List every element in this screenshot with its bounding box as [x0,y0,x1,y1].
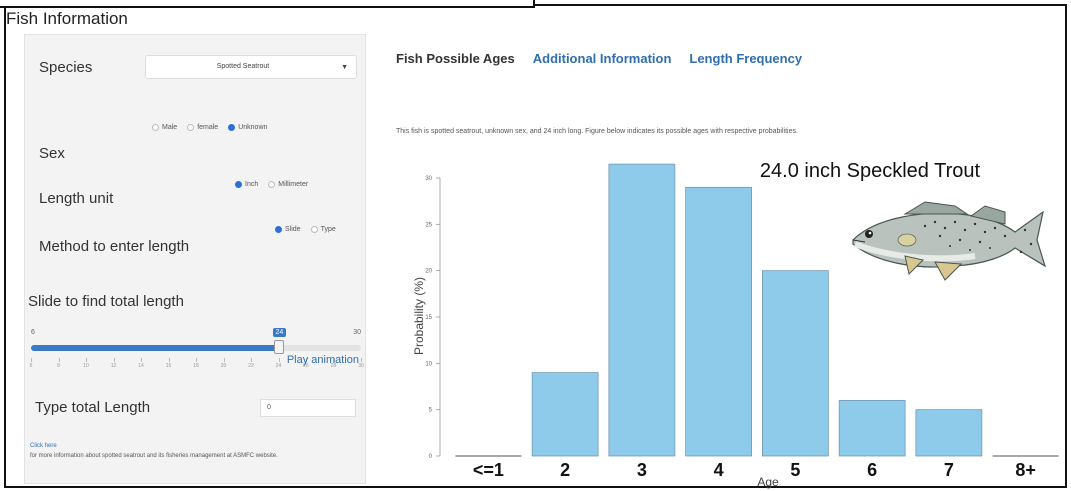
x-tick-label: 3 [637,460,647,480]
y-tick-label: 5 [429,408,433,414]
bar [838,400,906,457]
bar [915,409,983,457]
x-tick-label: <=1 [473,460,504,480]
y-tick-label: 0 [429,454,433,460]
x-tick-label: 7 [944,460,954,480]
x-tick-label: 8+ [1015,460,1036,480]
y-tick-label: 15 [425,315,432,321]
y-tick-label: 10 [425,361,432,367]
x-tick-label: 4 [714,460,724,480]
bar [531,372,599,457]
bar [685,186,752,457]
y-axis-title: Probability (%) [412,277,426,355]
x-axis-title: Age [757,475,779,489]
x-tick-label: 6 [867,460,877,480]
bar [608,163,676,457]
chart-title: 24.0 inch Speckled Trout [760,160,981,182]
top-decoration [0,0,535,8]
x-tick-label: 5 [790,460,800,480]
y-tick-label: 20 [425,269,432,275]
bar [762,270,829,457]
y-tick-label: 30 [425,176,432,182]
y-tick-label: 25 [425,222,432,228]
x-tick-label: 2 [560,460,570,480]
speckled-trout-icon [852,201,1047,281]
